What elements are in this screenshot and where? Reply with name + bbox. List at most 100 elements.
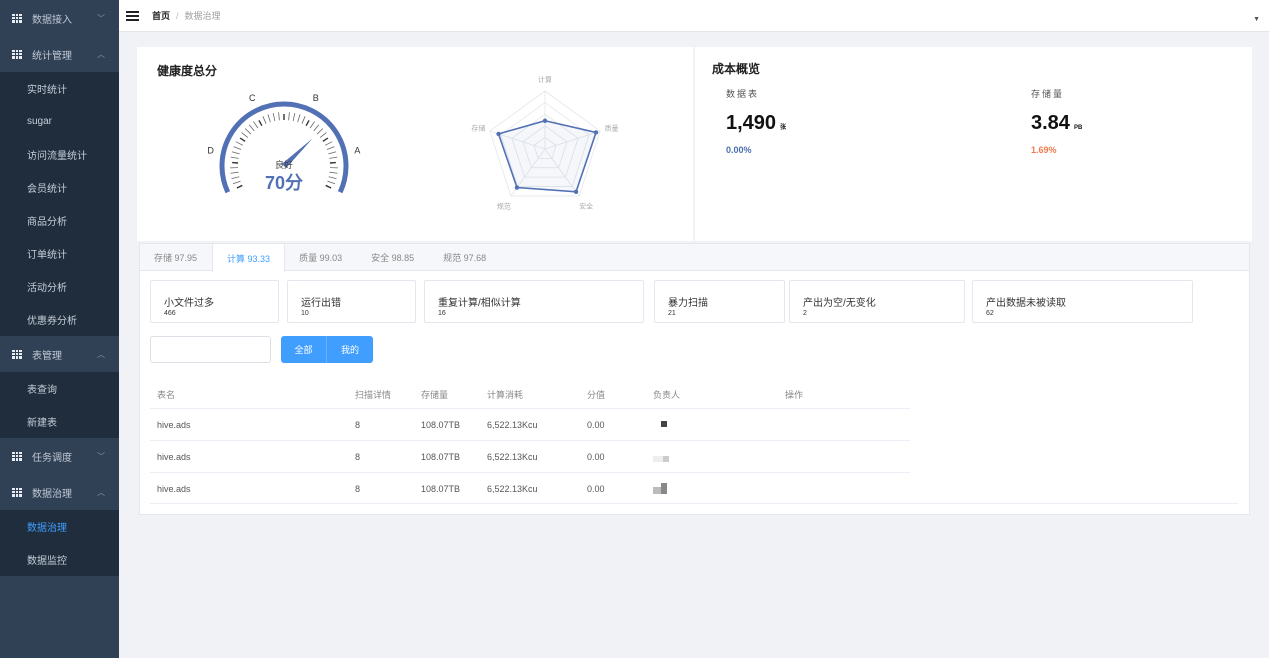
chevron-up-icon: ︿ (97, 488, 105, 497)
gauge-tick (301, 116, 306, 124)
sidebar-item[interactable]: 商品分析 (0, 204, 119, 237)
top-bar: 首页 / 数据治理 ▼ (119, 0, 1269, 32)
issue-card[interactable]: 产出数据未被读取 62 (972, 280, 1193, 323)
gauge-tick (231, 176, 240, 179)
table-row[interactable]: hive.ads 8 108.07TB 6,522.13Kcu 0.00 (150, 473, 910, 505)
table-cell: 6,522.13Kcu (487, 452, 538, 462)
table-cell: hive.ads (157, 420, 191, 430)
gauge-grade-label: A (354, 145, 360, 155)
breadcrumb-home[interactable]: 首页 (152, 9, 170, 22)
gauge-tick (262, 116, 267, 124)
gauge-tick (235, 141, 244, 146)
table-cell: hive.ads (157, 484, 191, 494)
issue-count: 10 (301, 310, 309, 317)
issue-card[interactable]: 暴力扫描 21 (654, 280, 785, 323)
gauge-tick (297, 114, 301, 123)
gauge-tick (272, 113, 276, 122)
tab-item[interactable]: 存储 97.95 (140, 244, 212, 270)
filter-all-button[interactable]: 全部 (281, 336, 327, 363)
sidebar-group[interactable]: 数据治理 ︿ (0, 474, 119, 510)
metric-number: 3.84 (1031, 112, 1070, 134)
tab-bar: 存储 97.95 计算 93.33 质量 99.03 安全 98.85 规范 97.68 (140, 244, 1249, 272)
gauge-tick (278, 112, 280, 121)
sidebar-group-label: 数据接入 (32, 14, 72, 26)
grid-icon (12, 49, 22, 59)
sidebar-group-label: 表管理 (32, 350, 62, 362)
radar-point (573, 189, 579, 194)
cost-overview-card: 成本概览 数据表 1,490 张 0.00% 存储量 3.84 PB 1.69% (695, 47, 1252, 241)
radar-axis-label: 规范 (497, 202, 511, 211)
gauge-tick (329, 156, 338, 159)
health-title: 健康度总分 (157, 64, 218, 78)
sidebar-item[interactable]: 订单统计 (0, 237, 119, 270)
chevron-up-icon: ︿ (97, 350, 105, 359)
table-cell: hive.ads (157, 452, 191, 462)
issue-count: 2 (803, 310, 807, 317)
tab-item[interactable]: 规范 97.68 (429, 244, 501, 270)
sidebar-item[interactable]: sugar (0, 105, 119, 138)
grid-icon (12, 487, 22, 497)
sidebar-item[interactable]: 活动分析 (0, 270, 119, 303)
gauge-tick (329, 171, 338, 174)
gauge-status: 良好 (275, 159, 293, 170)
gauge-tick (253, 121, 259, 129)
table-header-cell: 扫描详情 (355, 390, 392, 400)
tab-item[interactable]: 质量 99.03 (285, 244, 357, 270)
sidebar-group[interactable]: 任务调度 ﹀ (0, 438, 119, 474)
sidebar-item[interactable]: 新建表 (0, 405, 119, 438)
issue-count: 21 (668, 310, 676, 317)
tab-item[interactable]: 计算 93.33 (212, 244, 286, 272)
issue-card[interactable]: 重复计算/相似计算 16 (424, 280, 644, 323)
breadcrumb-current: 数据治理 (184, 11, 221, 21)
issue-title: 暴力扫描 (668, 298, 708, 309)
table-divider (150, 503, 1238, 504)
gauge-tick (233, 146, 242, 150)
gauge-tick (313, 124, 320, 132)
sidebar-item[interactable]: 表查询 (0, 372, 119, 405)
table-cell: 0.00 (587, 484, 605, 494)
gauge-tick (328, 176, 337, 179)
issue-card[interactable]: 运行出错 10 (287, 280, 416, 323)
gauge-tick (258, 120, 263, 127)
table-header-cell: 操作 (785, 390, 804, 400)
hamburger-menu-icon[interactable] (126, 10, 139, 21)
table-row[interactable]: hive.ads 8 108.07TB 6,522.13Kcu 0.00 (150, 409, 910, 441)
sidebar-item[interactable]: 数据治理 (0, 510, 119, 543)
table-cell: 8 (355, 420, 361, 430)
gauge-tick (322, 137, 329, 142)
gauge-tick (232, 180, 241, 185)
radar-point (593, 130, 599, 135)
sidebar-item[interactable]: 会员统计 (0, 171, 119, 204)
grid-icon (12, 349, 22, 359)
radar-axis-label: 计算 (538, 75, 552, 84)
radar-axis-label: 安全 (579, 202, 593, 211)
metric-storage: 存储量 3.84 PB 1.69% (1031, 87, 1082, 155)
sidebar-item[interactable]: 数据监控 (0, 543, 119, 576)
filter-mine-button[interactable]: 我的 (327, 336, 373, 363)
caret-down-icon[interactable]: ▼ (1253, 16, 1260, 23)
gauge-tick (292, 113, 296, 122)
issue-card[interactable]: 小文件过多 466 (150, 280, 279, 323)
gauge-tick (309, 121, 315, 129)
table-cell: 0.00 (587, 452, 605, 462)
sidebar-group[interactable]: 表管理 ︿ (0, 336, 119, 372)
metric-change: 1.69% (1031, 145, 1057, 155)
table-header-cell: 存储量 (421, 390, 449, 400)
sidebar-item[interactable]: 优惠券分析 (0, 303, 119, 336)
metric-number: 1,490 (726, 112, 777, 134)
issue-count: 466 (164, 310, 176, 317)
issue-card[interactable]: 产出为空/无变化 2 (789, 280, 965, 323)
sidebar-item[interactable]: 访问流量统计 (0, 138, 119, 171)
tab-item[interactable]: 安全 98.85 (357, 244, 429, 270)
sidebar-group[interactable]: 数据接入 ﹀ (0, 0, 119, 36)
search-input[interactable] (150, 336, 271, 363)
sidebar-item[interactable]: 实时统计 (0, 72, 119, 105)
table-row[interactable]: hive.ads 8 108.07TB 6,522.13Kcu 0.00 (150, 441, 910, 473)
gauge-tick (328, 151, 337, 155)
chevron-up-icon: ︿ (97, 50, 105, 59)
gauge-tick (244, 128, 252, 135)
sidebar-group[interactable]: 统计管理 ︿ (0, 36, 119, 72)
gauge-grade-label: D (207, 145, 214, 155)
gauge-tick (316, 128, 324, 135)
gauge-tick (305, 120, 310, 127)
